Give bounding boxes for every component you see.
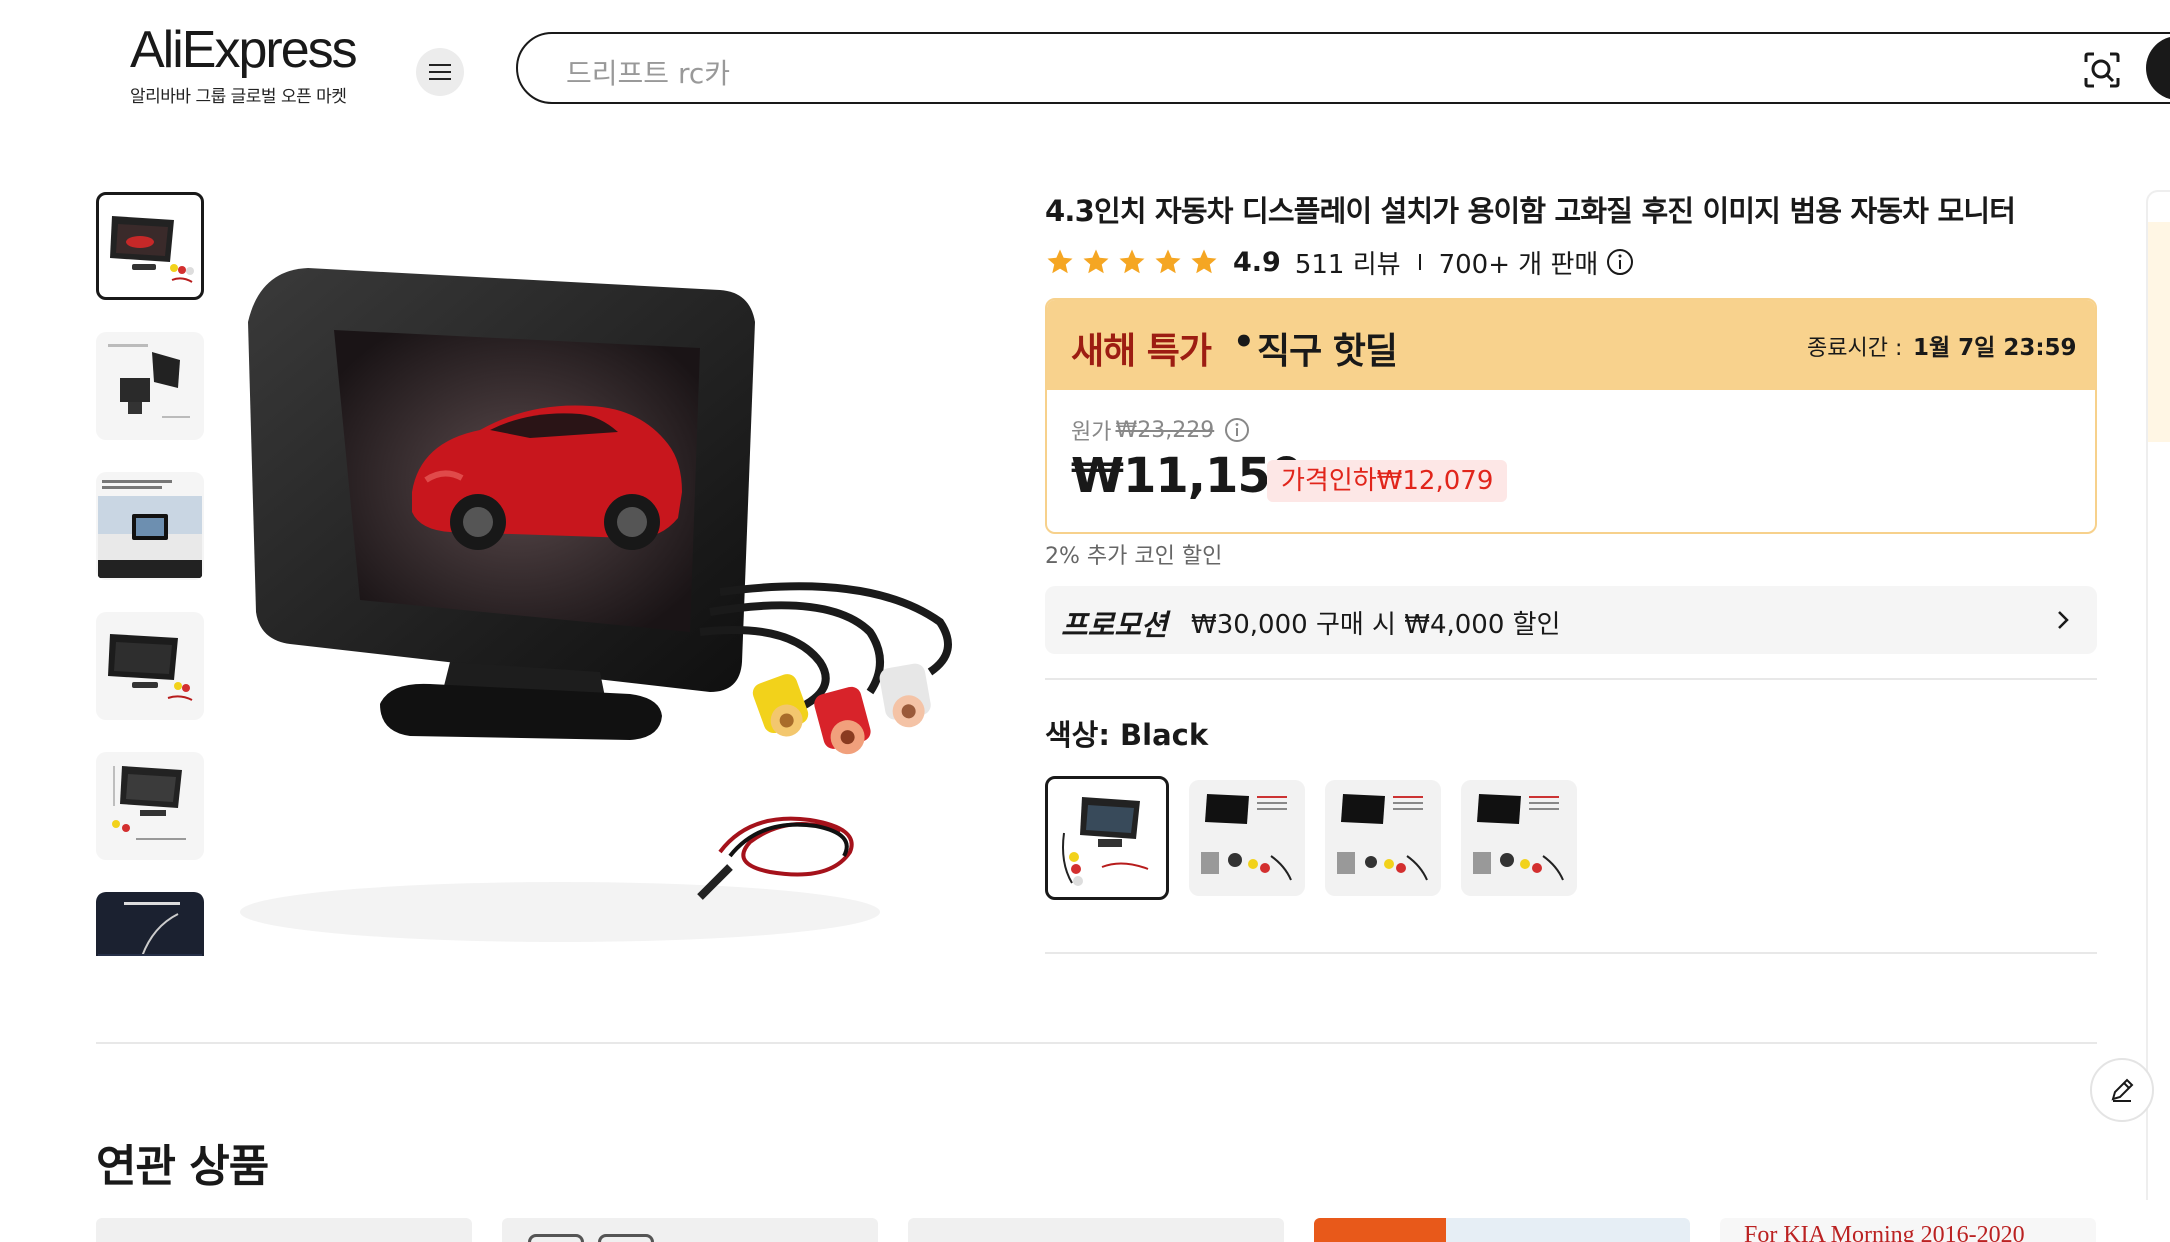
separator <box>1418 254 1421 270</box>
swatch-image <box>1337 794 1428 881</box>
promotion-text: ₩30,000 구매 시 ₩4,000 할인 <box>1191 610 1561 640</box>
promotion-label: 프로모션 <box>1061 608 1168 642</box>
deal-type: 직구 핫딜 <box>1257 331 1398 372</box>
color-label: 색상: Black <box>1045 718 1209 752</box>
star-icon <box>1047 249 1073 274</box>
color-option-black[interactable] <box>1045 776 1169 900</box>
related-product-card[interactable] <box>1314 1218 1690 1242</box>
thumbnail-1[interactable] <box>96 192 204 300</box>
rating-value: 4.9 <box>1233 246 1281 278</box>
divider <box>1045 678 2097 680</box>
related-products-heading: 연관 상품 <box>96 1141 269 1192</box>
installation-thumbnail-image <box>108 344 190 418</box>
coin-discount-note: 2% 추가 코인 할인 <box>1045 544 1223 569</box>
chevron-right-icon <box>2058 611 2069 629</box>
thumbnail-5[interactable] <box>96 752 204 860</box>
hamburger-menu-icon <box>429 64 451 80</box>
star-icon <box>1191 249 1217 274</box>
star-icon <box>1083 249 1109 274</box>
deal-header: 새해 특가 • 직구 핫딜 종료시간 : 1월 7일 23:59 <box>1047 300 2095 390</box>
star-icon <box>1119 249 1145 274</box>
deal-name: 새해 특가 <box>1071 331 1212 372</box>
star-rating <box>1045 247 1219 277</box>
deal-end-time: 1월 7일 23:59 <box>1913 335 2077 361</box>
sold-count: 700+ 개 판매 <box>1438 249 1599 280</box>
price-cut-badge: 가격인하₩12,079 <box>1267 460 1508 502</box>
monitor-thumbnail-image <box>110 216 194 283</box>
thumbnail-list <box>96 192 206 956</box>
color-options <box>1045 776 1577 900</box>
monitor-thumbnail-image <box>108 634 193 701</box>
thumbnail-6[interactable] <box>96 892 204 956</box>
product-title: 4.3인치 자동차 디스플레이 설치가 용이함 고화질 후진 이미지 범용 자동… <box>1045 194 2016 228</box>
thumbnail-2[interactable] <box>96 332 204 440</box>
search-input[interactable]: 드리프트 rc카 <box>566 52 730 92</box>
hamburger-menu-button[interactable] <box>416 48 464 96</box>
thumbnail-3[interactable] <box>96 472 204 580</box>
thumbnail-4[interactable] <box>96 612 204 720</box>
original-price: ₩23,229 <box>1115 417 1215 443</box>
swatch-image <box>1062 797 1149 886</box>
promotion-banner[interactable]: 프로모션 ₩30,000 구매 시 ₩4,000 할인 <box>1045 586 2097 654</box>
original-price-label: 원가 <box>1071 420 1112 445</box>
dashboard-thumbnail-image <box>98 480 202 578</box>
search-bar[interactable]: 드리프트 rc카 <box>516 32 2170 104</box>
image-search-icon[interactable] <box>2082 50 2122 90</box>
pencil-icon <box>2111 1078 2134 1102</box>
logo-wordmark: AliExpress <box>130 21 358 79</box>
color-option-4[interactable] <box>1461 780 1577 896</box>
related-product-card[interactable] <box>908 1218 1284 1242</box>
rating-row: 4.9 511 리뷰 700+ 개 판매 <box>1045 242 1634 282</box>
info-icon[interactable] <box>1606 248 1634 276</box>
swatch-image <box>1201 794 1292 881</box>
angle-adjustment-thumbnail-image <box>98 894 202 956</box>
divider <box>1045 952 2097 954</box>
side-panel-edge <box>2146 190 2170 1200</box>
section-divider <box>96 1042 2097 1044</box>
dimension-thumbnail-image <box>112 766 186 840</box>
car-monitor-image <box>230 192 1000 952</box>
related-product-text: For KIA Morning 2016-2020 <box>1744 1222 2025 1242</box>
original-price-row: 원가 ₩23,229 <box>1071 414 1250 446</box>
aliexpress-logo[interactable]: AliExpress 알리바바 그룹 글로벌 오픈 마켓 <box>130 22 380 107</box>
color-option-3[interactable] <box>1325 780 1441 896</box>
related-product-card[interactable] <box>502 1218 878 1242</box>
related-products-row: For KIA Morning 2016-2020 <box>96 1218 2096 1242</box>
swatch-image <box>1473 794 1564 881</box>
main-product-image[interactable] <box>230 192 1000 952</box>
deal-price-box: 새해 특가 • 직구 핫딜 종료시간 : 1월 7일 23:59 원가 ₩23,… <box>1045 298 2097 534</box>
related-product-card[interactable] <box>96 1218 472 1242</box>
review-count-link[interactable]: 511 리뷰 <box>1295 244 1401 281</box>
color-option-2[interactable] <box>1189 780 1305 896</box>
deal-end-label: 종료시간 : <box>1807 336 1903 361</box>
edit-button[interactable] <box>2090 1058 2154 1122</box>
deal-separator-dot: • <box>1233 322 1255 362</box>
star-icon <box>1155 249 1181 274</box>
logo-tagline: 알리바바 그룹 글로벌 오픈 마켓 <box>130 87 347 107</box>
related-product-card[interactable]: For KIA Morning 2016-2020 <box>1720 1218 2096 1242</box>
info-icon[interactable] <box>1224 417 1250 443</box>
